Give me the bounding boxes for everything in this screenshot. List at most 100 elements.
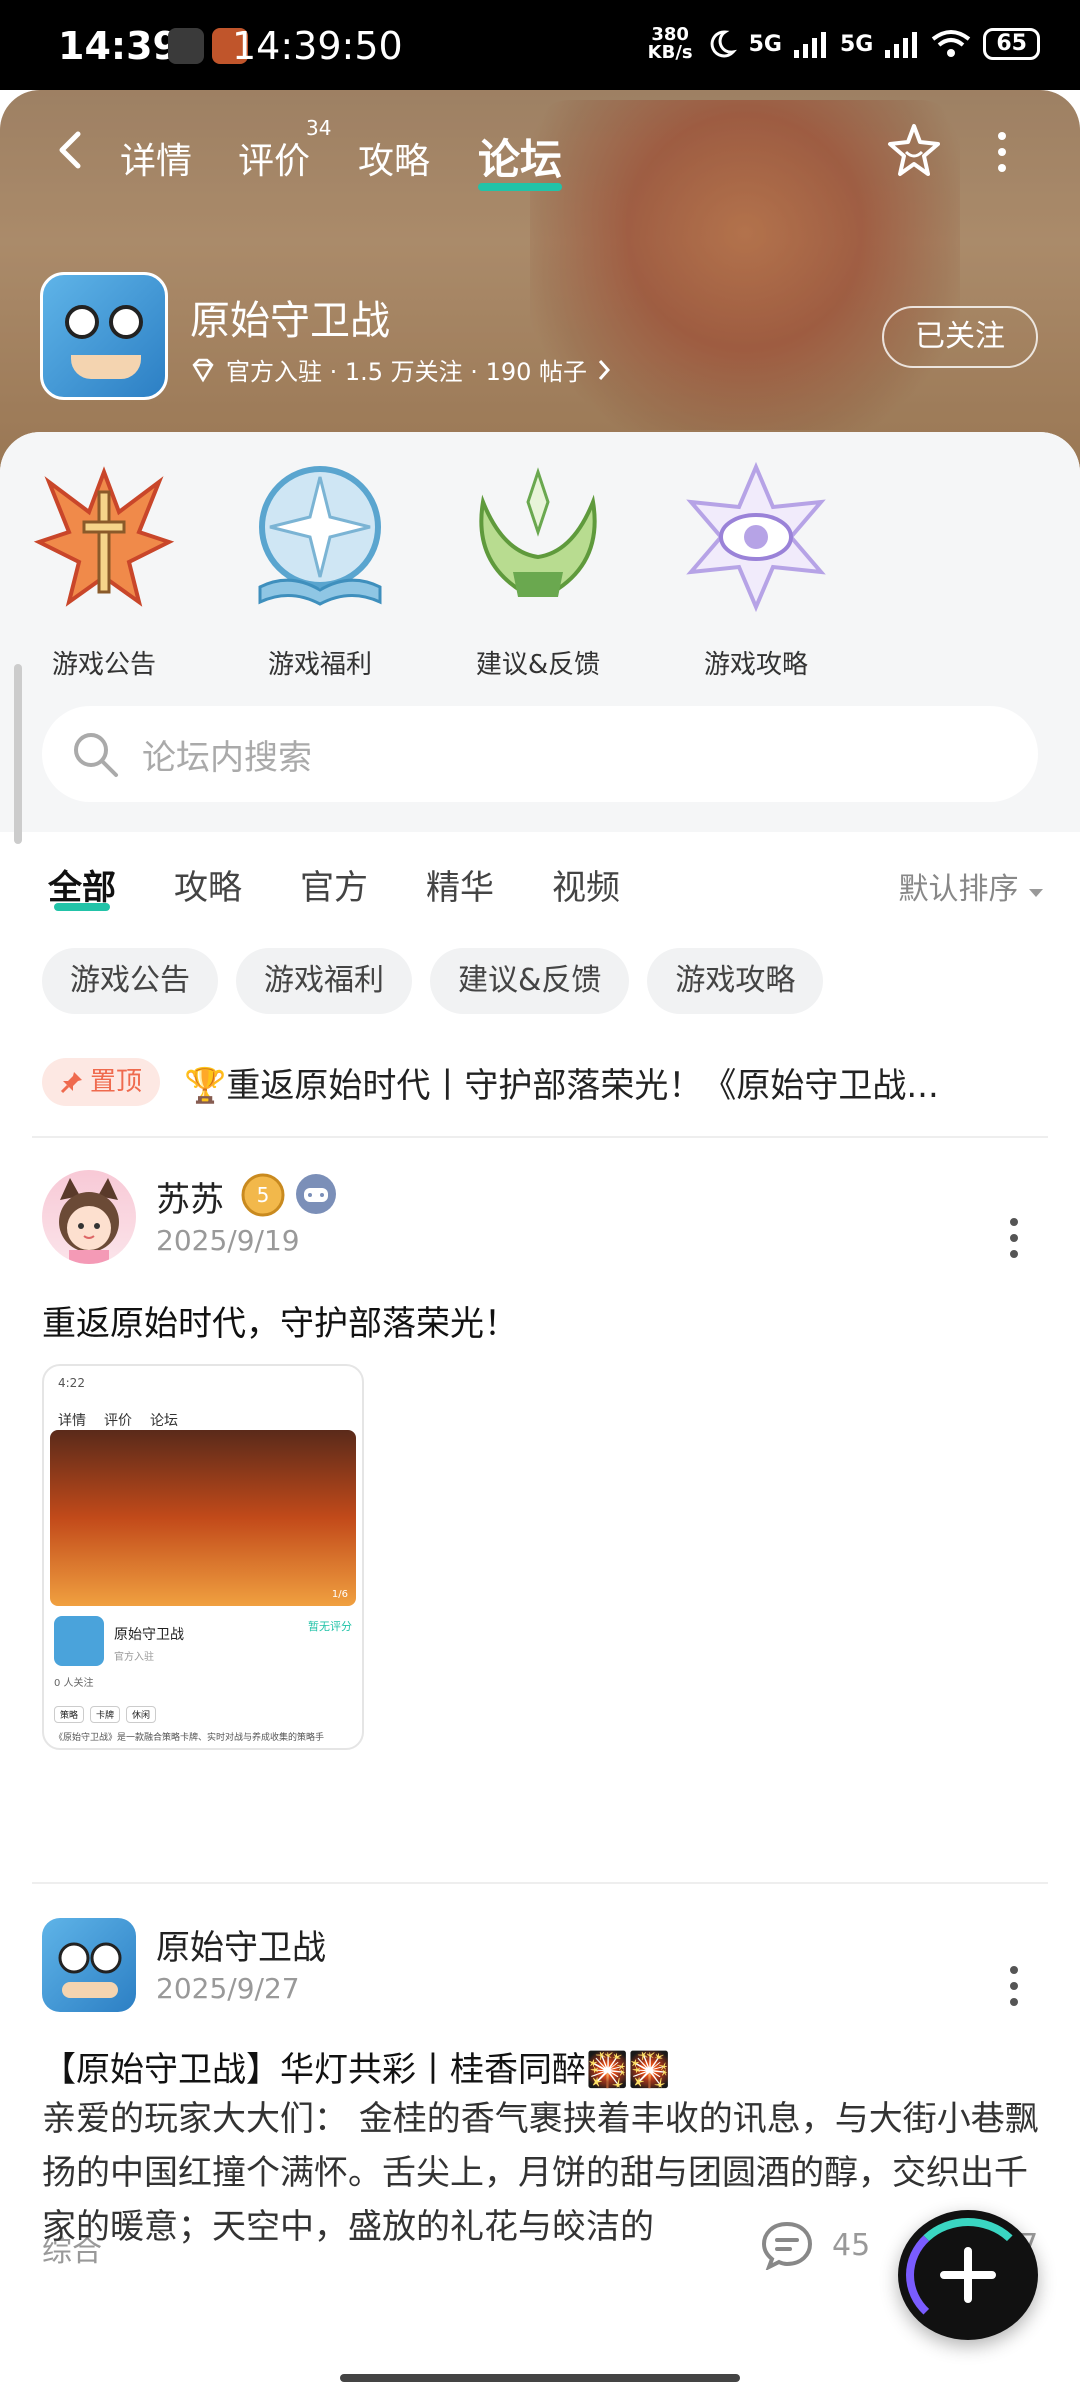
- chip-guides[interactable]: 游戏攻略: [647, 948, 824, 1014]
- gamepad-badge-icon: [296, 1174, 336, 1214]
- thumb-game-art: 1/6: [50, 1430, 356, 1606]
- status-clock: 14:39:50: [232, 24, 403, 68]
- pinned-badge: 置顶: [42, 1058, 161, 1106]
- sort-dropdown[interactable]: 默认排序: [898, 864, 1044, 908]
- divider: [32, 1882, 1048, 1884]
- tab-reviews[interactable]: 评价: [238, 132, 310, 184]
- net-speed-unit: KB/s: [647, 42, 693, 63]
- book-compass-emblem-icon: [258, 466, 382, 606]
- home-indicator[interactable]: [340, 2374, 740, 2382]
- post-author[interactable]: 原始守卫战: [156, 1920, 326, 1969]
- post-more-icon[interactable]: [1008, 1964, 1020, 2008]
- thumb-official: 官方入驻: [114, 1652, 154, 1663]
- leaf-crown-emblem-icon: [479, 467, 597, 597]
- thumb-tag: 卡牌: [90, 1706, 121, 1723]
- post-title[interactable]: 【原始守卫战】华灯共彩丨桂香同醉🎇🎇: [42, 2042, 671, 2091]
- filter-tab-official[interactable]: 官方: [300, 860, 368, 909]
- filter-tab-videos[interactable]: 视频: [552, 860, 620, 909]
- game-app-icon[interactable]: [40, 272, 168, 400]
- category-label: 游戏福利: [267, 650, 372, 680]
- create-post-button[interactable]: [898, 2210, 1038, 2340]
- eye-star-emblem-icon: [686, 461, 826, 613]
- level-badge-icon: 5: [241, 1173, 285, 1217]
- thumb-followers: 0 人关注: [54, 1678, 94, 1689]
- forum-search-input[interactable]: 论坛内搜索: [42, 706, 1038, 802]
- filter-tab-featured[interactable]: 精华: [426, 860, 494, 909]
- divider: [32, 1136, 1048, 1138]
- review-count: 34: [306, 116, 332, 140]
- category-guides[interactable]: 游戏攻略: [666, 461, 846, 681]
- post-image-thumbnail[interactable]: 4:22 详情 评价 论坛 1/6 原始守卫战 暂无评分 官方入驻 0 人关注 …: [42, 1364, 364, 1750]
- post-date: 2025/9/19: [156, 1224, 300, 1257]
- thumb-tag: 休闲: [126, 1706, 157, 1723]
- moon-icon: [710, 30, 737, 58]
- signal-5g-2: 5G: [840, 31, 874, 57]
- category-announcements[interactable]: 游戏公告: [14, 462, 194, 681]
- thumb-tabs: 详情 评价 论坛: [44, 1410, 362, 1430]
- chip-feedback[interactable]: 建议&反馈: [430, 948, 630, 1014]
- pinned-badge-label: 置顶: [90, 1067, 143, 1097]
- signal-bars-icon: [885, 32, 918, 58]
- level-number: 5: [257, 1183, 270, 1207]
- filter-tab-guides[interactable]: 攻略: [174, 860, 242, 909]
- thumb-page: 1/6: [331, 1589, 348, 1600]
- game-title: 原始守卫战: [190, 298, 390, 344]
- tab-forum[interactable]: 论坛: [478, 126, 563, 191]
- post-body[interactable]: 亲爱的玩家大大们： 金桂的香气裹挟着丰收的讯息，与大街小巷飘扬的中国红撞个满怀。…: [42, 2092, 1042, 2254]
- thumb-tab: 评价: [104, 1413, 132, 1429]
- thumb-tags: 策略 卡牌 休闲: [54, 1706, 157, 1723]
- thumb-rating: 暂无评分: [308, 1620, 352, 1633]
- avatar[interactable]: [42, 1918, 136, 2012]
- game-meta-text: 官方入驻 · 1.5 万关注 · 190 帖子: [226, 358, 588, 386]
- category-benefits[interactable]: 游戏福利: [230, 462, 410, 681]
- pinned-title: 🏆重返原始时代丨守护部落荣光！《原始守卫战...: [184, 1065, 939, 1106]
- thumb-desc: 《原始守卫战》是一款融合策略卡牌、实时对战与养成收集的策略手: [54, 1733, 325, 1743]
- follow-button[interactable]: 已关注: [882, 306, 1038, 368]
- signal-5g-1: 5G: [748, 31, 782, 57]
- thumb-game-title: 原始守卫战: [114, 1627, 184, 1643]
- icon-mouth: [71, 355, 141, 379]
- icon-eye-left: [65, 305, 99, 339]
- cat-ear-girl-avatar-icon: [59, 1178, 119, 1264]
- battery-indicator: 65: [983, 28, 1040, 60]
- subforum-chips: 游戏公告 游戏福利 建议&反馈 游戏攻略: [42, 948, 824, 1014]
- category-label: 游戏攻略: [703, 650, 808, 680]
- status-bar: 14:39 14:39:50 380 KB/s 5G 5G 65: [0, 0, 1080, 90]
- caret-down-icon: [1029, 889, 1043, 897]
- tab-guides[interactable]: 攻略: [358, 132, 430, 184]
- signal-bars-icon: [794, 32, 826, 58]
- thumb-tab: 论坛: [150, 1413, 178, 1429]
- post-more-icon[interactable]: [1008, 1216, 1020, 1260]
- chip-benefits[interactable]: 游戏福利: [236, 948, 412, 1014]
- top-nav: 详情 评价 34 攻略 论坛: [0, 112, 1080, 192]
- avatar[interactable]: [42, 1170, 136, 1264]
- status-time: 14:39: [58, 24, 179, 68]
- back-icon[interactable]: [52, 130, 92, 170]
- thumb-tag: 策略: [54, 1706, 85, 1723]
- tab-details[interactable]: 详情: [120, 132, 192, 184]
- scroll-indicator: [14, 664, 22, 844]
- post-date: 2025/9/27: [156, 1972, 300, 2005]
- category-label: 建议&反馈: [475, 650, 601, 680]
- forum-main: 游戏公告 游戏福利 建议&反馈 游戏攻略 论坛内搜索 全部 攻略 官方 精华 视…: [0, 432, 1080, 2400]
- game-meta[interactable]: 官方入驻 · 1.5 万关注 · 190 帖子: [190, 352, 611, 387]
- chip-announcements[interactable]: 游戏公告: [42, 948, 218, 1014]
- favorite-star-icon[interactable]: [884, 120, 944, 180]
- forum-categories: 游戏公告 游戏福利 建议&反馈 游戏攻略 论坛内搜索: [0, 432, 1080, 844]
- app-notification-icon: [168, 28, 204, 64]
- post-title[interactable]: 重返原始时代，守护部落荣光！: [42, 1296, 518, 1345]
- wifi-icon: [932, 30, 971, 57]
- filter-tab-all[interactable]: 全部: [48, 860, 116, 911]
- chevron-right-icon: [598, 359, 611, 380]
- filter-tabs: 全部 攻略 官方 精华 视频 默认排序: [0, 832, 1080, 932]
- category-label: 游戏公告: [51, 650, 156, 680]
- pin-icon: [60, 1072, 82, 1094]
- more-options-icon[interactable]: [990, 130, 1014, 174]
- category-feedback[interactable]: 建议&反馈: [448, 462, 628, 681]
- post-author[interactable]: 苏苏: [156, 1172, 224, 1221]
- icon-eye-right: [109, 305, 143, 339]
- pinned-post[interactable]: 置顶 🏆重返原始时代丨守护部落荣光！《原始守卫战...: [42, 1052, 1042, 1112]
- sort-label: 默认排序: [898, 872, 1019, 907]
- plus-icon: [940, 2247, 996, 2303]
- net-speed: 380 KB/s: [648, 26, 693, 62]
